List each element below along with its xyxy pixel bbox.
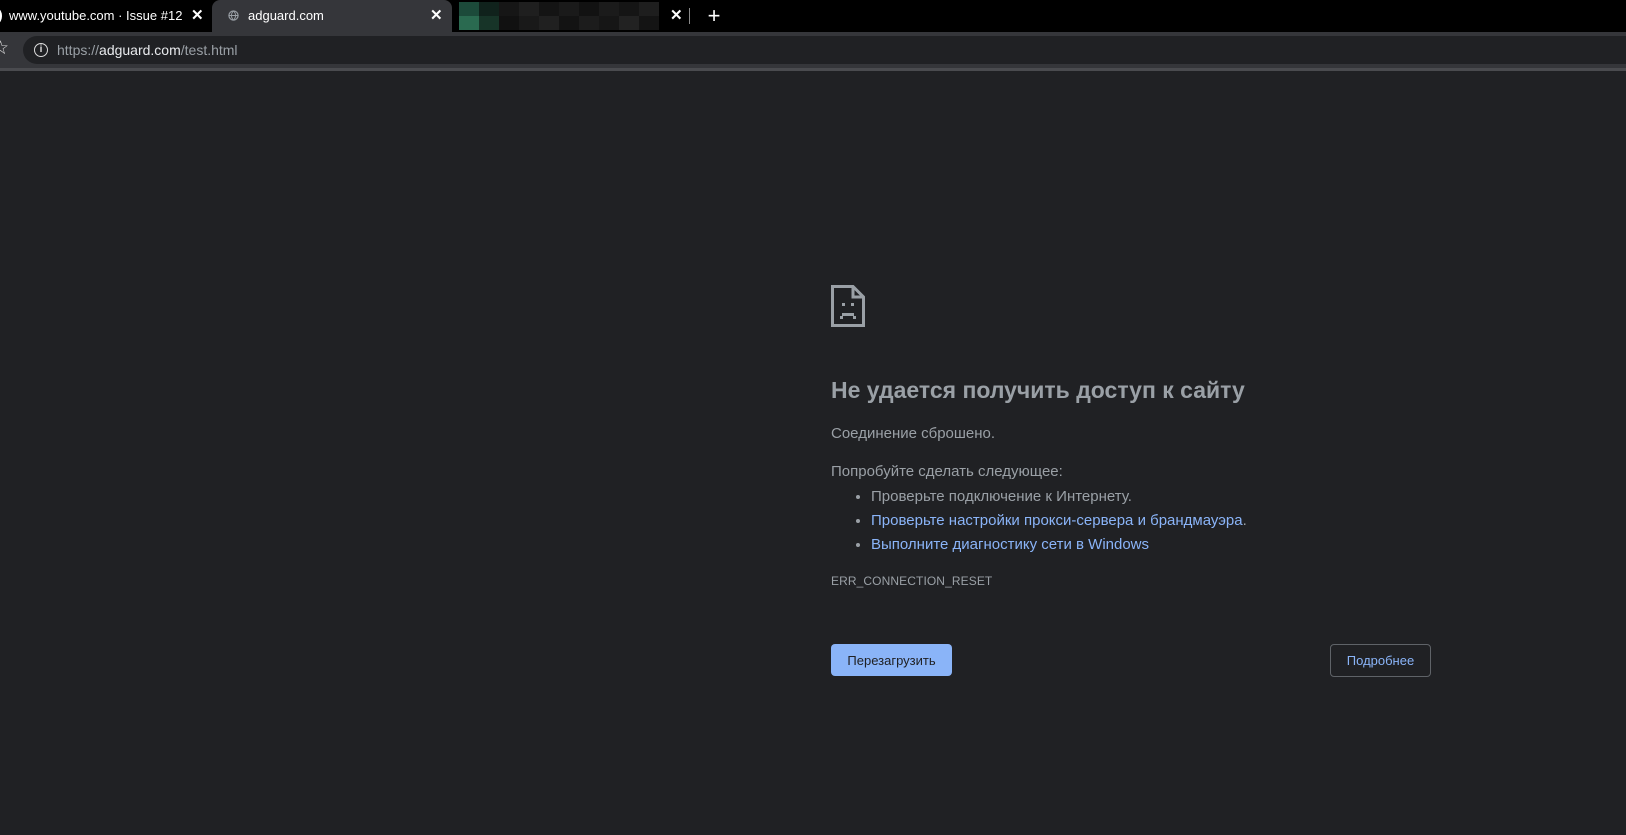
globe-icon [228,10,239,21]
favicon-icon [0,9,2,23]
close-icon[interactable]: ✕ [191,8,204,24]
proxy-firewall-link[interactable]: Проверьте настройки прокси-сервера и бра… [871,512,1243,529]
pixelated-tab-title [459,2,659,30]
suggestion-network-diagnostics: Выполните диагностику сети в Windows [871,533,1247,557]
suggestion-check-proxy: Проверьте настройки прокси-сервера и бра… [871,509,1247,533]
url-text[interactable]: https://adguard.com/test.html [57,42,238,58]
site-info-icon[interactable]: i [34,43,48,57]
error-summary: Соединение сброшено. [831,425,996,442]
tab-strip: www.youtube.com · Issue #12547 ✕ adguard… [0,0,1626,32]
tab-pixelated[interactable]: ✕ [452,0,690,32]
details-button[interactable]: Подробнее [1330,644,1431,677]
suggestion-check-connection: Проверьте подключение к Интернету. [871,485,1247,509]
close-icon[interactable]: ✕ [430,8,443,24]
new-tab-button[interactable]: + [702,2,726,30]
suggestions-title: Попробуйте сделать следующее: [831,463,1063,480]
browser-toolbar: ☆ i https://adguard.com/test.html [0,32,1626,71]
network-diagnostics-link[interactable]: Выполните диагностику сети в Windows [871,536,1149,553]
reload-button[interactable]: Перезагрузить [831,644,952,676]
suggestions-list: Проверьте подключение к Интернету. Прове… [831,485,1247,557]
error-code: ERR_CONNECTION_RESET [831,574,993,588]
bookmark-star-icon[interactable]: ☆ [0,39,9,59]
address-bar[interactable]: i https://adguard.com/test.html [23,36,1626,64]
sad-page-icon [831,285,865,327]
tab-adguard[interactable]: adguard.com ✕ [212,0,452,32]
tab-divider [689,8,690,24]
tab-youtube-issue[interactable]: www.youtube.com · Issue #12547 ✕ [0,0,212,32]
tab-title: adguard.com [248,8,324,23]
tab-title: www.youtube.com · Issue #12547 [9,8,182,23]
close-icon[interactable]: ✕ [670,8,683,24]
error-heading: Не удается получить доступ к сайту [831,377,1245,403]
